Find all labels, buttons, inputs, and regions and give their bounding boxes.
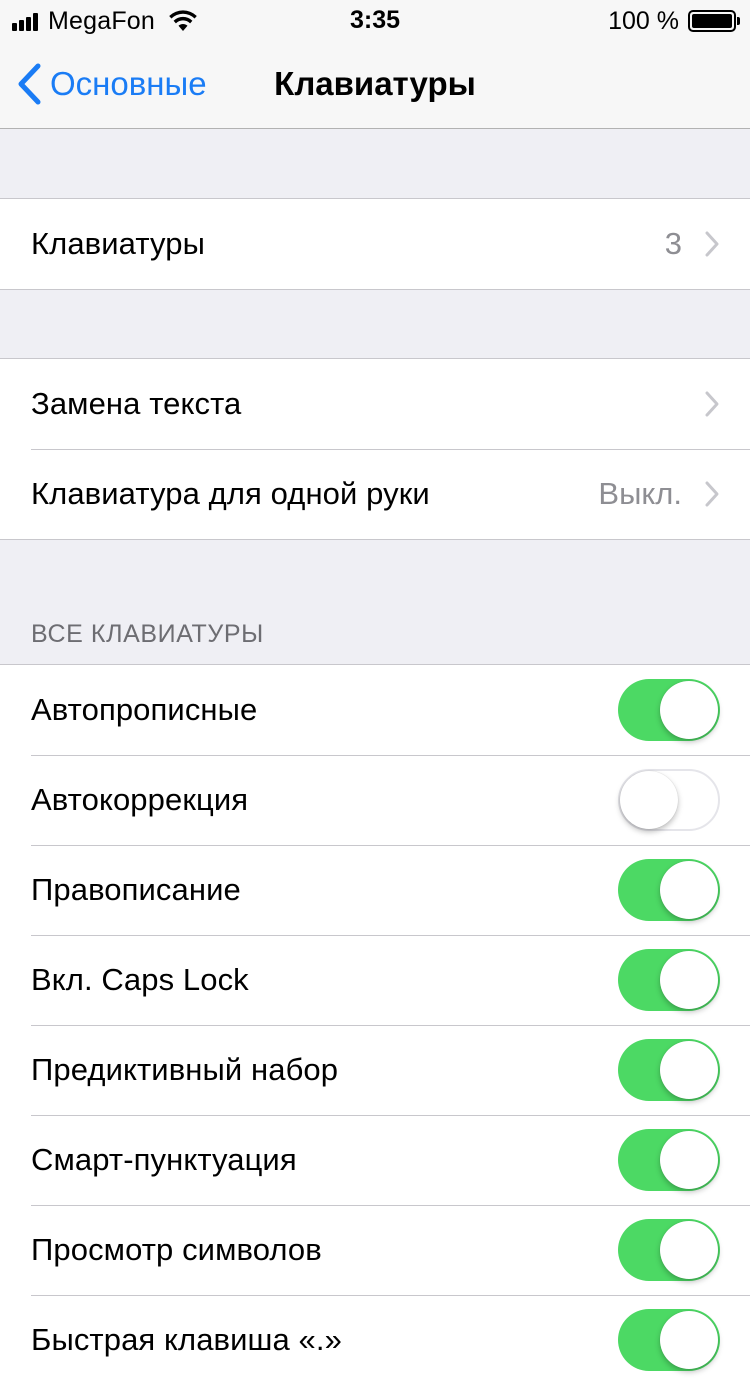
text-replacement-row[interactable]: Замена текста [0, 359, 750, 449]
toggle-knob [620, 771, 678, 829]
character-preview-toggle[interactable] [618, 1219, 720, 1281]
navigation-bar: Основные Клавиатуры [0, 40, 750, 129]
toggle-row: Вкл. Caps Lock [0, 935, 750, 1025]
chevron-right-icon [705, 391, 719, 417]
period-shortcut-toggle[interactable] [618, 1309, 720, 1371]
all-keyboards-group: Автопрописные Автокоррекция Правописание… [0, 664, 750, 1385]
auto-correction-toggle[interactable] [618, 769, 720, 831]
smart-punctuation-toggle[interactable] [618, 1129, 720, 1191]
toggle-row: Предиктивный набор [0, 1025, 750, 1115]
keyboards-group: Клавиатуры 3 [0, 198, 750, 290]
toggle-row: Быстрая клавиша «.» [0, 1295, 750, 1385]
caps-lock-toggle[interactable] [618, 949, 720, 1011]
one-handed-keyboard-label: Клавиатура для одной руки [31, 476, 430, 511]
predictive-toggle[interactable] [618, 1039, 720, 1101]
chevron-right-icon [705, 481, 719, 507]
toggle-knob [660, 1131, 718, 1189]
one-handed-keyboard-row[interactable]: Клавиатура для одной руки Выкл. [0, 449, 750, 539]
toggle-row-label: Предиктивный набор [31, 1052, 339, 1087]
one-handed-keyboard-value: Выкл. [598, 476, 682, 511]
one-handed-keyboard-accessory: Выкл. [598, 449, 720, 539]
toggle-row: Смарт-пунктуация [0, 1115, 750, 1205]
text-replacement-accessory [704, 359, 720, 449]
toggle-knob [660, 681, 718, 739]
keyboards-row-label: Клавиатуры [31, 226, 205, 261]
auto-capitalization-toggle[interactable] [618, 679, 720, 741]
toggle-row-label: Автопрописные [31, 692, 258, 727]
keyboards-count: 3 [664, 226, 682, 261]
toggle-row: Автокоррекция [0, 755, 750, 845]
battery-percent: 100 % [608, 6, 679, 35]
toggle-knob [660, 1311, 718, 1369]
toggle-knob [660, 1221, 718, 1279]
toggle-row-label: Автокоррекция [31, 782, 249, 817]
page-title: Клавиатуры [274, 65, 476, 102]
toggle-knob [660, 951, 718, 1009]
chevron-right-icon [705, 231, 719, 257]
keyboards-row-accessory: 3 [665, 199, 720, 289]
section-header-all-keyboards: ВСЕ КЛАВИАТУРЫ [31, 620, 264, 648]
toggle-row: Просмотр символов [0, 1205, 750, 1295]
toggle-row-label: Смарт-пунктуация [31, 1142, 297, 1177]
toggle-knob [660, 1041, 718, 1099]
toggle-row-label: Правописание [31, 872, 241, 907]
toggle-row-label: Вкл. Caps Lock [31, 962, 249, 997]
status-right: 100 % [608, 6, 740, 35]
battery-icon [688, 10, 740, 32]
toggle-row-label: Быстрая клавиша «.» [31, 1322, 342, 1357]
status-bar: MegaFon 3:35 100 % [0, 0, 750, 40]
keyboards-row[interactable]: Клавиатуры 3 [0, 199, 750, 289]
toggle-row: Автопрописные [0, 665, 750, 755]
text-settings-group: Замена текста Клавиатура для одной руки … [0, 358, 750, 540]
toggle-knob [660, 861, 718, 919]
text-replacement-label: Замена текста [31, 386, 242, 421]
toggle-row: Правописание [0, 845, 750, 935]
toggle-row-label: Просмотр символов [31, 1232, 322, 1267]
spell-check-toggle[interactable] [618, 859, 720, 921]
